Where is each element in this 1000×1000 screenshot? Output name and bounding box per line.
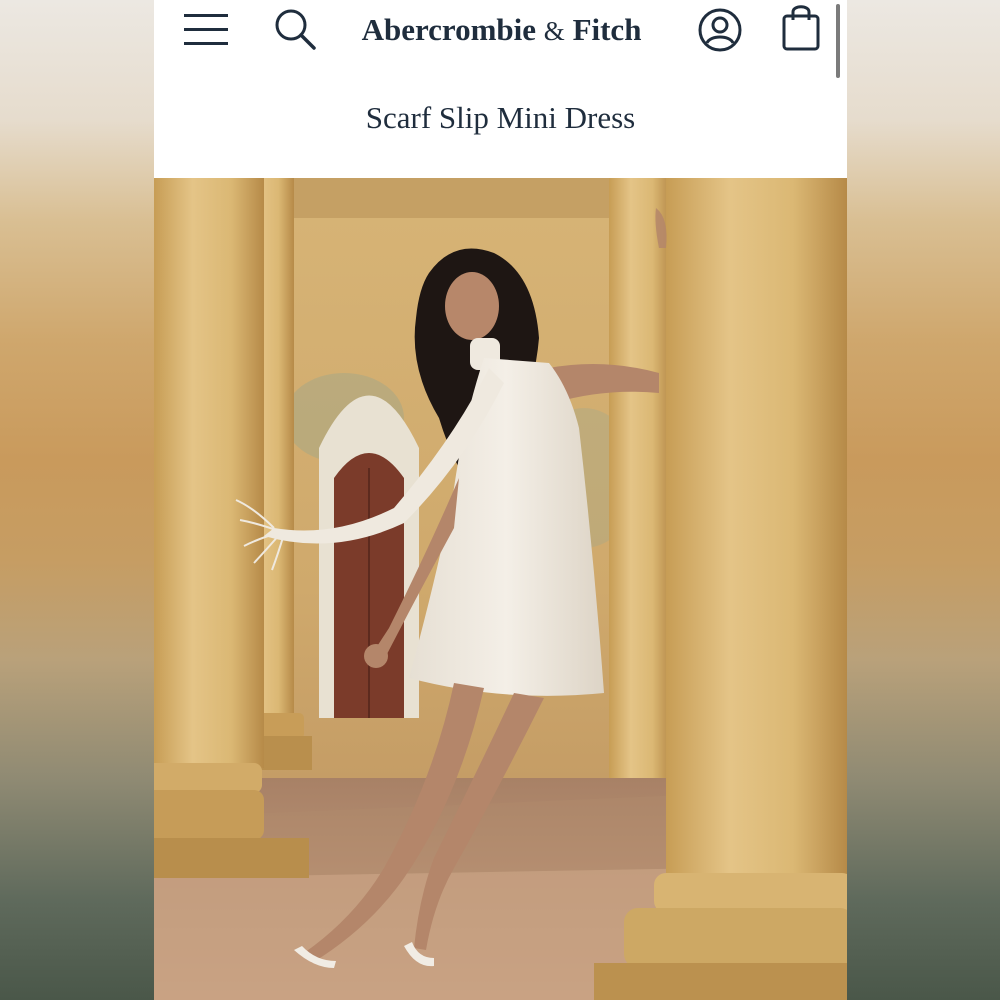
brand-logo[interactable]: Abercrombie & Fitch [344,8,659,52]
column-front-right [666,178,847,878]
page-scrollbar[interactable] [836,4,840,78]
ceiling-beam [294,178,634,218]
site-header: Abercrombie & Fitch Scarf Slip Mini Dres… [154,0,847,178]
model-face [445,272,499,340]
product-title: Scarf Slip Mini Dress [365,100,636,135]
hamburger-menu-icon[interactable] [182,10,230,50]
shopping-bag-icon[interactable] [780,2,822,52]
column-back-right [609,178,671,788]
brand-ampersand: & [543,16,565,46]
search-icon[interactable] [272,6,318,52]
account-icon[interactable] [696,6,744,54]
product-hero-image[interactable] [154,178,847,1000]
brand-name-left: Abercrombie [361,12,537,47]
mobile-page: Abercrombie & Fitch Scarf Slip Mini Dres… [154,0,847,1000]
brand-name-right: Fitch [572,12,642,47]
column-front-left [154,178,264,768]
